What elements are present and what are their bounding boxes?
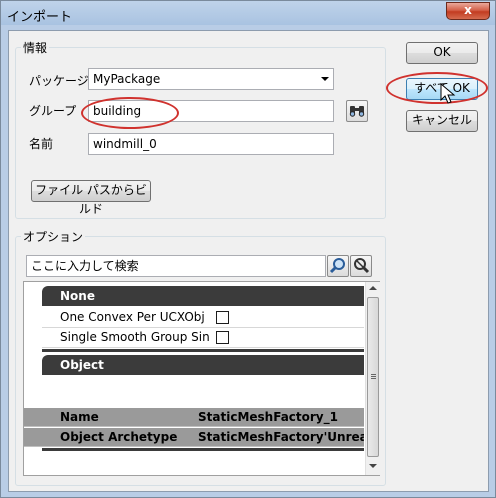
property-name: One Convex Per UCXObj (60, 310, 205, 324)
property-row[interactable]: Single Smooth Group Sin (42, 328, 364, 348)
binoculars-icon (349, 106, 365, 117)
one-convex-checkbox[interactable] (216, 311, 229, 324)
name-input[interactable]: windmill_0 (88, 133, 334, 155)
chevron-down-icon (321, 77, 329, 81)
property-grid: None One Convex Per UCXObj Single Smooth… (23, 281, 380, 476)
clear-search-icon (354, 258, 370, 274)
property-value: StaticMeshFactory'UnrealEd (198, 430, 364, 444)
grip-line (371, 378, 376, 379)
package-label: パッケージ (29, 74, 89, 88)
search-icon (329, 258, 345, 274)
scroll-down-icon[interactable] (369, 464, 377, 468)
property-row[interactable]: Object Archetype StaticMeshFactory'Unrea… (24, 428, 364, 447)
search-button[interactable] (327, 255, 349, 277)
clear-search-button[interactable] (350, 255, 372, 277)
dialog-client-area: 情報 パッケージ MyPackage グループ building 名前 wind… (8, 30, 489, 492)
info-group-legend: 情報 (21, 39, 50, 56)
window-title: インポート (7, 10, 73, 25)
options-search-input[interactable]: ここに入力して検索 (26, 255, 326, 277)
property-name: Name (60, 410, 99, 424)
grip-line (371, 376, 376, 377)
build-from-path-button[interactable]: ファイル パスからビルド (31, 180, 151, 216)
single-smooth-group-checkbox[interactable] (216, 331, 229, 344)
category-footer (42, 448, 364, 451)
category-header-object[interactable]: Object (42, 355, 364, 375)
import-dialog-window: インポート x 情報 パッケージ MyPackage グループ building… (0, 0, 496, 498)
title-bar[interactable]: インポート x (1, 1, 495, 29)
name-label: 名前 (29, 137, 54, 151)
browse-group-button[interactable] (346, 100, 368, 122)
property-value: StaticMeshFactory_1 (198, 410, 338, 424)
grip-line (371, 374, 376, 375)
package-dropdown[interactable]: MyPackage (88, 68, 334, 90)
mouse-pointer-icon (440, 83, 456, 104)
property-row[interactable]: Name StaticMeshFactory_1 (24, 408, 364, 427)
options-group-legend: オプション (21, 228, 86, 245)
scroll-up-icon[interactable] (369, 286, 377, 290)
category-header-none[interactable]: None (42, 286, 364, 306)
ok-button[interactable]: OK (406, 42, 478, 64)
vertical-scrollbar[interactable] (365, 282, 380, 475)
cancel-button[interactable]: キャンセル (406, 110, 478, 132)
close-button[interactable]: x (446, 2, 490, 20)
property-name: Object Archetype (60, 430, 178, 444)
property-row[interactable]: One Convex Per UCXObj (42, 308, 364, 328)
category-footer (42, 349, 364, 352)
group-input[interactable]: building (88, 100, 334, 122)
scrollbar-thumb[interactable] (367, 297, 379, 457)
property-name: Single Smooth Group Sin (60, 330, 210, 344)
package-value: MyPackage (93, 72, 161, 86)
group-label: グループ (29, 104, 77, 118)
